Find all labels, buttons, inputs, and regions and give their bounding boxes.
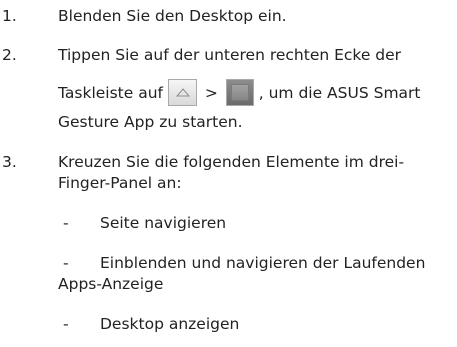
step-2-line-3: Gesture App zu starten. (58, 113, 243, 131)
step-3-line-2: Finger-Panel an: (58, 174, 182, 192)
bullet-3-text: Desktop anzeigen (100, 315, 240, 333)
bullet-2-continuation: Apps-Anzeige (58, 275, 164, 293)
step-3-number: 3. (2, 153, 17, 171)
step-2-number: 2. (2, 46, 17, 64)
bullet-2-dash: - (63, 254, 69, 272)
taskbar-arrow-up-icon[interactable] (167, 79, 197, 106)
step-2-line-2: Taskleiste auf > , um die ASUS Smart (58, 79, 421, 107)
step-2-separator: > (204, 84, 218, 102)
step-2-line-1: Tippen Sie auf der unteren rechten Ecke … (58, 46, 402, 64)
step-2-line-2-end: , um die ASUS Smart (258, 84, 421, 102)
step-2-line-2-start: Taskleiste auf (58, 84, 163, 102)
step-1-text: Blenden Sie den Desktop ein. (58, 7, 287, 25)
bullet-1-text: Seite navigieren (100, 214, 227, 232)
asus-smart-gesture-icon[interactable] (225, 79, 254, 106)
bullet-1-dash: - (63, 214, 69, 232)
bullet-3-dash: - (63, 315, 69, 333)
bullet-2-text: Einblenden und navigieren der Laufenden (100, 254, 426, 272)
step-1-number: 1. (2, 7, 17, 25)
step-3-line-1: Kreuzen Sie die folgenden Elemente im dr… (58, 153, 405, 171)
